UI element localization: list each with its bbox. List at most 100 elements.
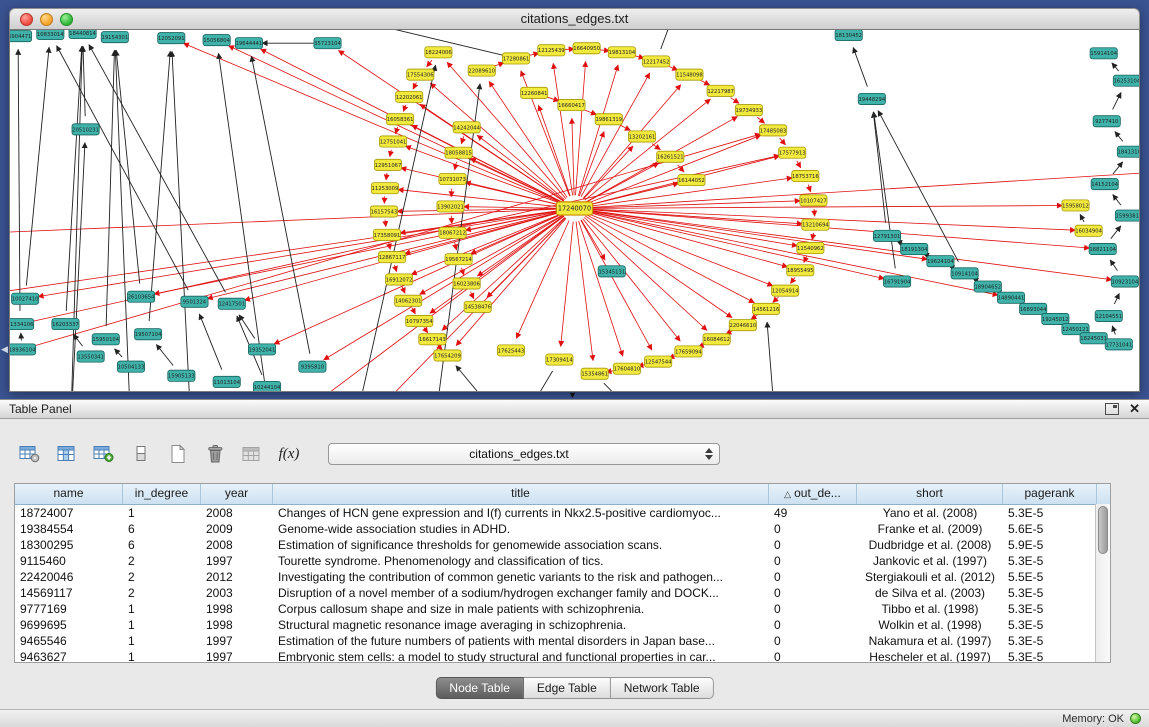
graph-node[interactable]: 17659094 [675, 346, 703, 357]
graph-node[interactable]: 16893044 [1020, 303, 1048, 314]
graph-node[interactable]: 10923104 [1111, 276, 1139, 287]
table-row[interactable]: 1830029562008Estimation of significance … [15, 537, 1110, 553]
graph-node[interactable]: 11334106 [10, 318, 34, 329]
show-columns-button[interactable] [55, 442, 79, 466]
graph-node[interactable]: 16791904 [883, 276, 911, 287]
window-titlebar[interactable]: citations_edges.txt [9, 8, 1140, 30]
graph-node[interactable]: 16640950 [573, 43, 600, 54]
graph-node[interactable]: 19624104 [927, 256, 955, 267]
table-row[interactable]: 1456911722003Disruption of a novel membe… [15, 585, 1110, 601]
table-row[interactable]: 969969511998Structural magnetic resonanc… [15, 617, 1110, 633]
zoom-window-icon[interactable] [60, 13, 73, 26]
tab-node-table[interactable]: Node Table [435, 677, 524, 699]
tab-network-table[interactable]: Network Table [611, 677, 714, 699]
citation-network-graph[interactable]: 1724007018224006175543061220206116058361… [10, 30, 1139, 391]
close-window-icon[interactable] [20, 13, 33, 26]
graph-node[interactable]: 11253009 [371, 183, 398, 194]
import-table-button[interactable] [240, 442, 264, 466]
graph-node[interactable]: 16253104 [1113, 75, 1139, 86]
graph-node[interactable]: 16157543 [370, 206, 397, 217]
graph-node[interactable]: 16617143 [419, 334, 446, 345]
graph-node[interactable]: 17554306 [407, 69, 435, 80]
table-row[interactable]: 911546021997Tourette syndrome. Phenomeno… [15, 553, 1110, 569]
collapse-left-arrow-icon[interactable]: ◀ [1, 344, 8, 355]
graph-node[interactable]: 26103654 [127, 291, 155, 302]
column-header-year[interactable]: year [201, 484, 273, 504]
graph-node[interactable]: 12791301 [873, 230, 900, 241]
graph-node[interactable]: 12217987 [707, 85, 734, 96]
graph-node[interactable]: 15958012 [1062, 200, 1089, 211]
graph-node[interactable]: 9501324 [181, 296, 208, 307]
graph-node[interactable]: 17358091 [373, 229, 400, 240]
table-row[interactable]: 977716911998Corpus callosum shape and si… [15, 601, 1110, 617]
graph-node[interactable]: 19154301 [101, 32, 128, 43]
graph-node[interactable]: 10731073 [439, 173, 466, 184]
function-builder-button[interactable]: f(x) [277, 442, 301, 466]
graph-node[interactable]: 12217452 [643, 56, 670, 67]
graph-node[interactable]: 14538476 [464, 301, 492, 312]
graph-node[interactable]: 19734933 [735, 105, 762, 116]
graph-node[interactable]: 11540962 [797, 242, 824, 253]
graph-node[interactable]: 19861319 [595, 114, 622, 125]
graph-node[interactable]: 18753716 [792, 170, 820, 181]
graph-node[interactable]: 17280861 [502, 53, 529, 64]
graph-node[interactable]: 11548098 [676, 69, 703, 80]
graph-node[interactable]: 9277410 [1093, 116, 1120, 127]
graph-node[interactable]: 18245031 [1080, 333, 1107, 344]
graph-node[interactable]: 19644441 [235, 38, 262, 49]
graph-node[interactable]: 17577913 [779, 147, 806, 158]
graph-node[interactable]: 17309414 [546, 354, 574, 365]
graph-node[interactable]: 18058815 [445, 147, 472, 158]
graph-node[interactable]: 12951067 [374, 159, 401, 170]
graph-node[interactable]: 12054914 [772, 285, 800, 296]
graph-node[interactable]: 12867117 [378, 252, 405, 263]
graph-node[interactable]: 12417501 [218, 298, 245, 309]
scrollbar-thumb[interactable] [1098, 506, 1108, 554]
graph-node[interactable]: 12052091 [158, 33, 185, 44]
delete-table-button[interactable] [203, 442, 227, 466]
column-header-short[interactable]: short [857, 484, 1003, 504]
graph-node[interactable]: 19507104 [134, 329, 162, 340]
graph-node[interactable]: 13902021 [437, 201, 464, 212]
graph-node[interactable]: 16058361 [387, 114, 414, 125]
graph-node[interactable]: 15914104 [1090, 48, 1118, 59]
graph-node[interactable]: 35723104 [314, 38, 342, 49]
column-header-in_degree[interactable]: in_degree [123, 484, 201, 504]
column-header-pagerank[interactable]: pagerank [1003, 484, 1097, 504]
graph-node[interactable]: 17654209 [434, 350, 461, 361]
graph-node[interactable]: 14152104 [1091, 179, 1119, 190]
graph-node[interactable]: 18191304 [901, 243, 929, 254]
graph-node[interactable]: 10107427 [800, 195, 827, 206]
graph-node[interactable]: 17240070 [556, 202, 592, 215]
row-options-button[interactable] [129, 442, 153, 466]
graph-node[interactable]: 18130452 [835, 30, 862, 41]
column-header-name[interactable]: name [15, 484, 123, 504]
graph-node[interactable]: 18067212 [439, 227, 466, 238]
network-canvas[interactable]: 1724007018224006175543061220206116058361… [9, 30, 1140, 392]
column-header-out_de[interactable]: △out_de... [769, 484, 857, 504]
graph-node[interactable]: 14062301 [395, 295, 422, 306]
graph-node[interactable]: 10504133 [117, 361, 144, 372]
graph-node[interactable]: 16034904 [1075, 225, 1103, 236]
graph-node[interactable]: 14890441 [997, 292, 1024, 303]
graph-node[interactable]: 12751041 [379, 136, 406, 147]
graph-node[interactable]: 14561216 [752, 303, 780, 314]
table-mode-button[interactable] [18, 442, 42, 466]
graph-node[interactable]: 12125439 [538, 45, 565, 56]
graph-node[interactable]: 19352041 [248, 344, 275, 355]
splitter-arrow-icon[interactable]: ▼ [568, 390, 577, 400]
graph-node[interactable]: 15993813 [1115, 210, 1139, 221]
minimize-window-icon[interactable] [40, 13, 53, 26]
graph-node[interactable]: 10244104 [253, 381, 281, 391]
graph-node[interactable]: 10027410 [12, 293, 39, 304]
graph-node[interactable]: 18955495 [787, 265, 814, 276]
graph-node[interactable]: 20510231 [72, 124, 99, 135]
table-row[interactable]: 1938455462009Genome-wide association stu… [15, 521, 1110, 537]
graph-node[interactable]: 22046610 [729, 320, 756, 331]
graph-node[interactable]: 16660417 [558, 99, 585, 110]
column-header-title[interactable]: title [273, 484, 769, 504]
graph-node[interactable]: 12547544 [645, 356, 673, 367]
new-table-button[interactable] [166, 442, 190, 466]
graph-node[interactable]: 15056804 [203, 35, 231, 46]
graph-node[interactable]: 19448294 [858, 93, 886, 104]
